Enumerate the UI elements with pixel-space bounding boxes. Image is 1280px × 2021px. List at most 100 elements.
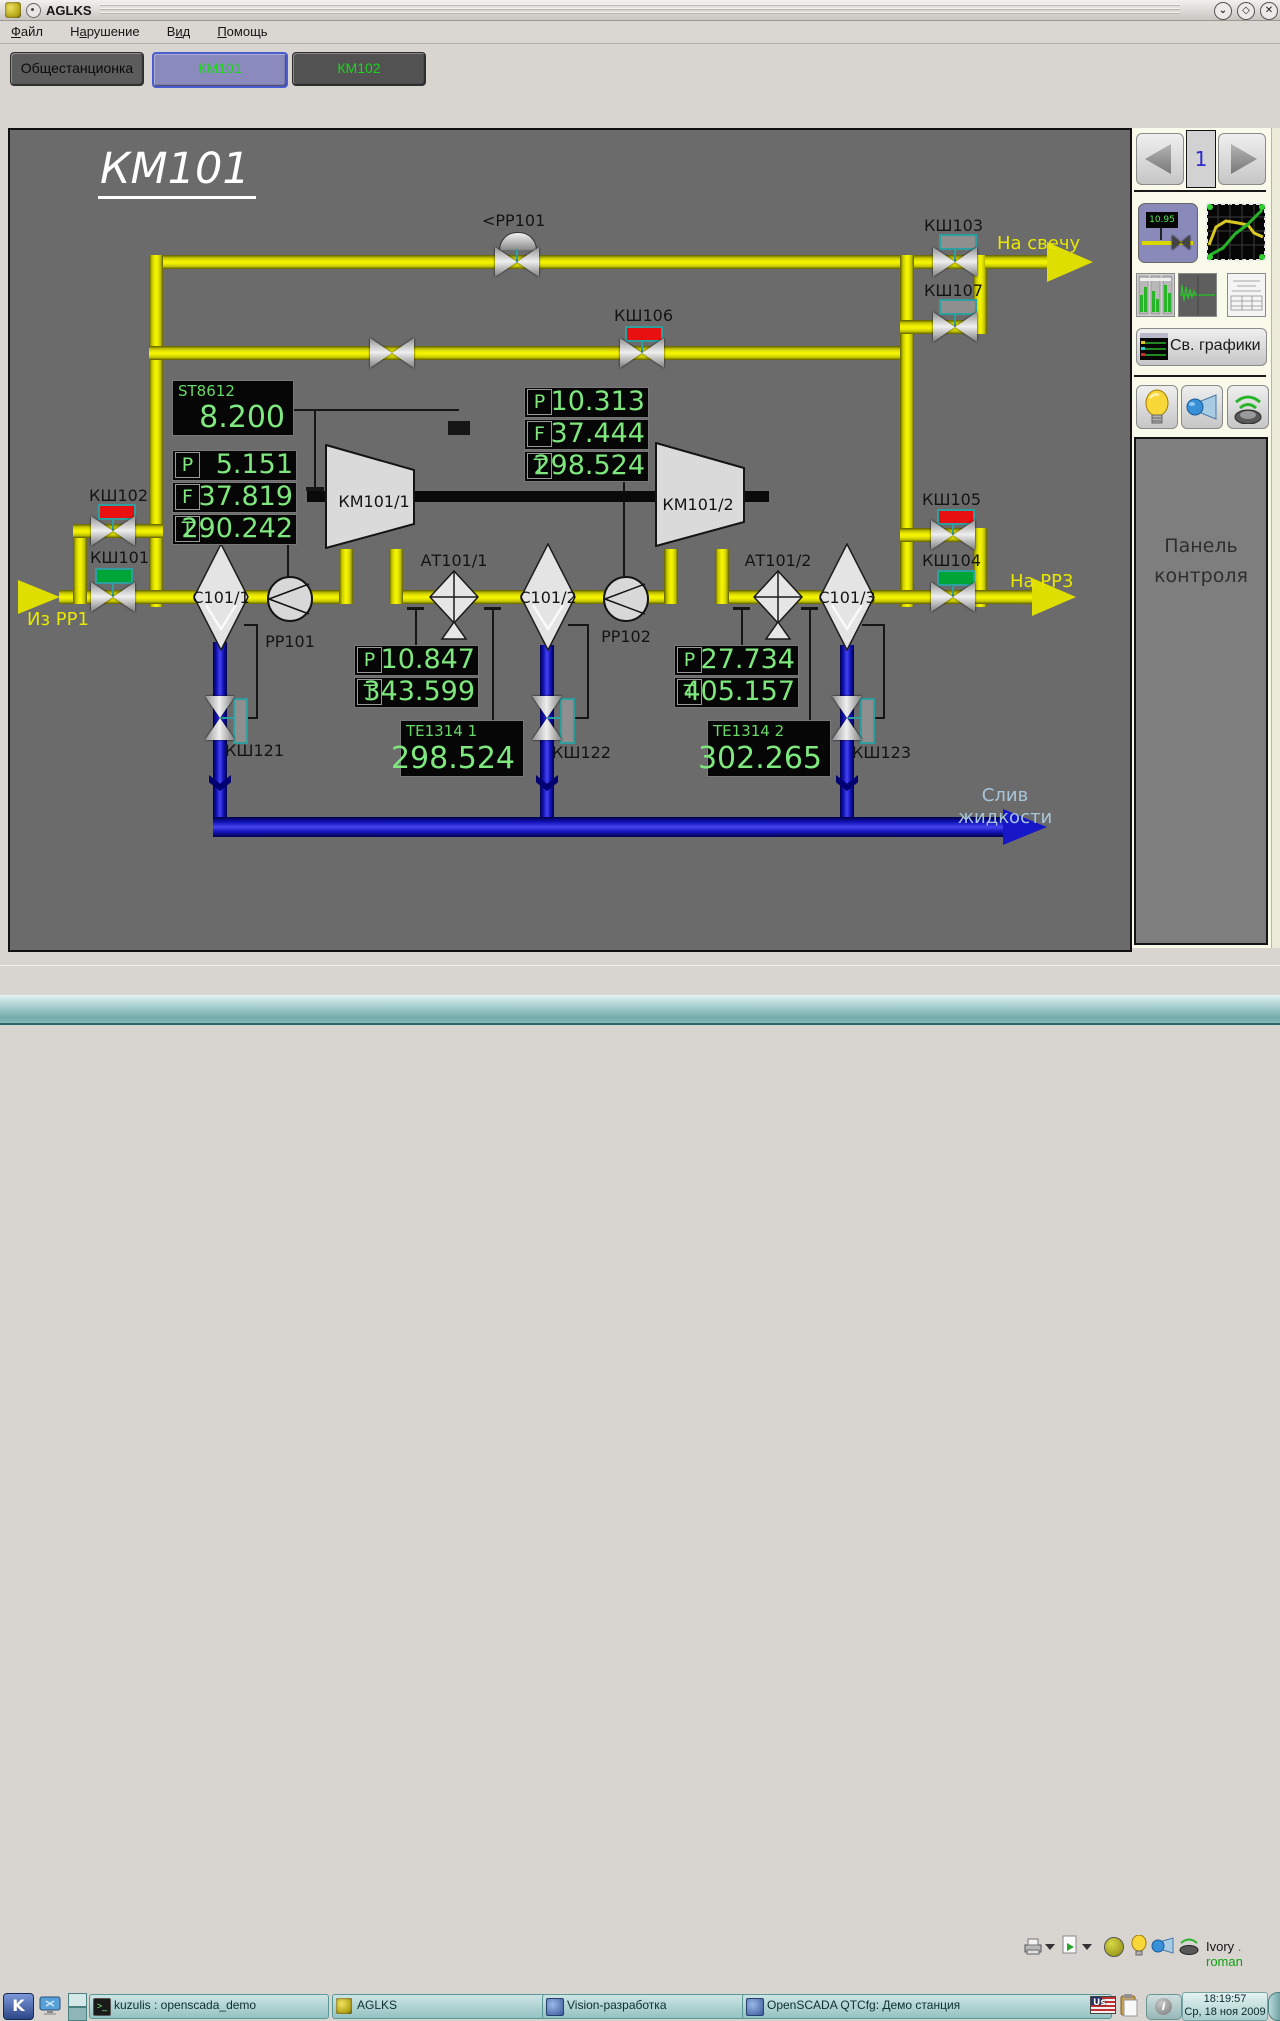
valve-ksh122[interactable] — [532, 696, 562, 740]
display-pft-km2[interactable]: P10.313 F37.444 T298.524 — [524, 387, 649, 483]
display-st8612[interactable]: ST8612 8.200 — [172, 380, 294, 436]
pt1-connector — [415, 609, 417, 645]
maximize-icon[interactable]: ◇ — [1237, 2, 1255, 20]
titlebar-grip — [100, 4, 1180, 16]
chevron-down-icon[interactable] — [1082, 1944, 1092, 1950]
flow-label-inlet: Из РР1 — [27, 609, 89, 630]
menu-help[interactable]: Помощь — [206, 21, 278, 39]
print-icon[interactable] — [1022, 1937, 1044, 1955]
control-valve-rr101[interactable] — [495, 247, 539, 277]
valve-ksh121[interactable] — [205, 696, 235, 740]
display-pt-at2[interactable]: P27.734 T405.157 — [674, 645, 799, 709]
chevron-down-icon[interactable] — [1045, 1944, 1055, 1950]
cooler-at101-1[interactable] — [429, 570, 479, 640]
display-value: 302.265 — [698, 743, 822, 775]
sensor-cap — [407, 607, 424, 610]
pump-rr101[interactable] — [266, 575, 314, 623]
mnemo-thumb-display: 10.95 — [1146, 212, 1178, 228]
display-tag: ТЕ1314 2 — [713, 722, 784, 740]
mnemo-thumb-valve-icon — [1172, 235, 1190, 250]
panel-scroll-strip[interactable] — [1271, 128, 1280, 948]
bulb-icon[interactable] — [1131, 1935, 1147, 1956]
taskbar-item-qtcfg[interactable]: OpenSCADA QTCfg: Демо станция — [742, 1994, 1112, 2019]
cascade-panel-button[interactable] — [1136, 273, 1175, 317]
tab-obshestancionka[interactable]: Общестанционка — [10, 52, 144, 86]
display-te1314-2[interactable]: ТЕ1314 2 302.265 — [707, 720, 831, 777]
sound-button[interactable] — [1227, 385, 1269, 429]
valve-ksh107[interactable] — [933, 312, 977, 342]
pager-desktop-2[interactable] — [68, 2007, 87, 2021]
user-current: Ivory — [1206, 1939, 1234, 1954]
taskbar-item-aglks[interactable]: AGLKS — [332, 1994, 564, 2019]
tab-km102[interactable]: КМ102 — [292, 52, 426, 86]
close-icon[interactable]: ✕ — [1260, 2, 1278, 20]
pump-rr102[interactable] — [602, 575, 650, 623]
app-icon — [5, 2, 21, 18]
taskbar-item-terminal[interactable]: >_ kuzulis : openscada_demo — [89, 1994, 329, 2019]
prev-page-button[interactable] — [1136, 133, 1184, 185]
info-button[interactable]: i — [1146, 1994, 1182, 2020]
value-p: 5.151 — [216, 450, 293, 479]
tag-p: P — [677, 647, 702, 673]
valve-label: КШ105 — [922, 490, 981, 509]
valve-ksh104[interactable] — [931, 582, 975, 612]
valve-ksh102[interactable] — [91, 516, 135, 546]
horn-icon[interactable] — [1151, 1937, 1175, 1954]
taskbar-item-vision[interactable]: Vision-разработка — [542, 1994, 764, 2019]
menu-file[interactable]: Файл — [0, 21, 54, 39]
desktop-access-icon[interactable] — [38, 1994, 62, 2017]
tag-t: T — [527, 453, 552, 479]
kmenu-button[interactable]: K — [3, 1993, 34, 2020]
control-panel-placeholder: Панель контроля — [1134, 437, 1268, 945]
display-te1314-1[interactable]: ТЕ1314 1 298.524 — [400, 720, 524, 777]
panel-handle[interactable] — [1268, 1992, 1280, 2021]
free-graphs-button[interactable]: Св. графики — [1136, 328, 1267, 366]
sensor-cap — [733, 607, 750, 610]
pump-label: РР101 — [262, 632, 318, 651]
value-p: 10.313 — [551, 387, 645, 416]
mnemo-button[interactable]: 10.95 — [1138, 203, 1198, 263]
value-p: 27.734 — [701, 645, 795, 674]
tab-km101[interactable]: КМ101 — [152, 52, 288, 88]
tag-f: F — [527, 421, 552, 447]
keyboard-layout-flag[interactable]: Us — [1090, 1996, 1116, 2014]
window-title: AGLKS — [46, 3, 92, 18]
menubar: Файл Нарушение Вид Помощь — [0, 21, 1280, 44]
control-panel-label: Панель — [1136, 535, 1266, 557]
trend-button[interactable] — [1206, 203, 1266, 261]
valve-ksh101[interactable] — [91, 582, 135, 612]
lamp-test-button[interactable] — [1136, 385, 1178, 429]
display-pt-at1[interactable]: P10.847 T343.599 — [354, 645, 479, 709]
menu-view[interactable]: Вид — [156, 21, 202, 39]
horn-test-button[interactable] — [1181, 385, 1223, 429]
valve-ksh123[interactable] — [832, 696, 862, 740]
sticky-icon[interactable] — [26, 3, 41, 18]
tag-t: T — [677, 679, 702, 705]
clipboard-icon[interactable] — [1119, 1993, 1141, 2018]
tag-t: T — [175, 516, 200, 542]
pager-desktop-1[interactable] — [68, 1993, 87, 2007]
oscillogram-button[interactable] — [1178, 273, 1217, 317]
compressor-label: КМ101/2 — [658, 495, 738, 514]
document-button[interactable] — [1227, 273, 1266, 317]
alarm-quittance-icon[interactable] — [1104, 1937, 1124, 1957]
minimize-icon[interactable]: ⌄ — [1214, 2, 1232, 20]
te1-connector — [492, 609, 494, 720]
pipe-outlet-stub — [977, 590, 1032, 604]
menu-violation[interactable]: Нарушение — [59, 21, 151, 39]
valve-ksh106[interactable] — [620, 338, 664, 368]
cooler-at101-2[interactable] — [753, 570, 803, 640]
clock[interactable]: 18:19:57 Ср, 18 ноя 2009 — [1182, 1992, 1268, 2021]
display-pft-km1[interactable]: P5.151 F37.819 T290.242 — [172, 450, 297, 546]
valve-ksh105[interactable] — [931, 520, 975, 550]
value-p: 10.847 — [381, 645, 475, 674]
valve-unlabeled[interactable] — [370, 338, 414, 368]
next-page-button[interactable] — [1218, 133, 1266, 185]
valve-ksh103[interactable] — [933, 247, 977, 277]
flow-label-flare: На свечу — [997, 233, 1080, 254]
compressor-label: КМ101/1 — [334, 492, 414, 511]
speaker-icon[interactable] — [1178, 1935, 1200, 1955]
tag-t: T — [357, 679, 382, 705]
pt2-connector — [741, 609, 743, 645]
export-doc-icon[interactable] — [1061, 1935, 1079, 1955]
